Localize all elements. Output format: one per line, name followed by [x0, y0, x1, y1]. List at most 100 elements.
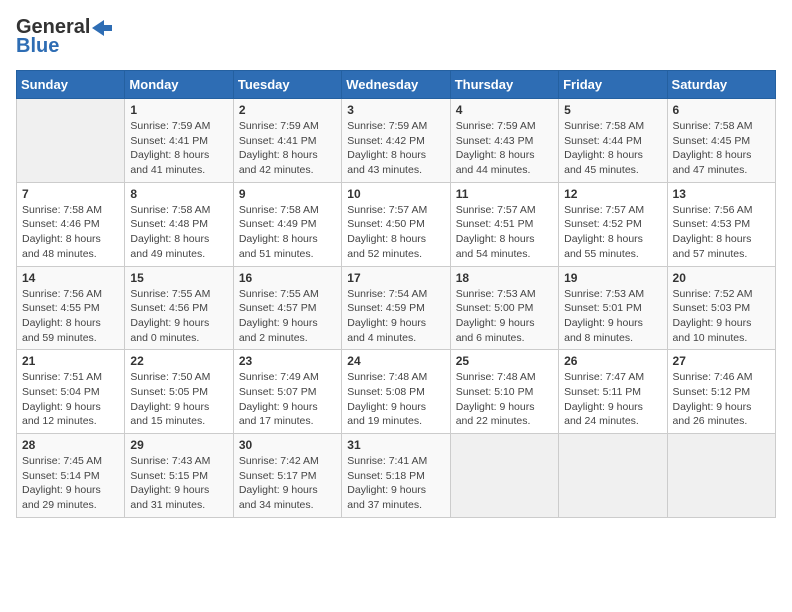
calendar-cell	[450, 434, 558, 518]
day-info: Sunrise: 7:55 AM Sunset: 4:56 PM Dayligh…	[130, 287, 227, 346]
day-info: Sunrise: 7:54 AM Sunset: 4:59 PM Dayligh…	[347, 287, 444, 346]
week-row-2: 7Sunrise: 7:58 AM Sunset: 4:46 PM Daylig…	[17, 182, 776, 266]
calendar-cell: 16 Sunrise: 7:55 AM Sunset: 4:57 PM Dayli…	[233, 266, 341, 350]
page-header: General Blue	[16, 16, 776, 58]
calendar-cell: 24 Sunrise: 7:48 AM Sunset: 5:08 PM Dayli…	[342, 350, 450, 434]
day-number: 12	[564, 187, 661, 201]
calendar-cell: 29 Sunrise: 7:43 AM Sunset: 5:15 PM Dayli…	[125, 434, 233, 518]
day-number: 27	[673, 354, 770, 368]
calendar-cell: 28 Sunrise: 7:45 AM Sunset: 5:14 PM Dayli…	[17, 434, 125, 518]
calendar-cell: 19Sunrise: 7:53 AM Sunset: 5:01 PM Dayli…	[559, 266, 667, 350]
day-number: 18	[456, 271, 553, 285]
calendar-cell: 3Sunrise: 7:59 AM Sunset: 4:42 PM Daylig…	[342, 99, 450, 183]
calendar-header-row: SundayMondayTuesdayWednesdayThursdayFrid…	[17, 71, 776, 99]
day-number: 24	[347, 354, 444, 368]
day-info: Sunrise: 7:48 AM Sunset: 5:08 PM Dayligh…	[347, 370, 444, 429]
day-info: Sunrise: 7:46 AM Sunset: 5:12 PM Dayligh…	[673, 370, 770, 429]
calendar-cell: 5 Sunrise: 7:58 AM Sunset: 4:44 PM Daylig…	[559, 99, 667, 183]
day-header-thursday: Thursday	[450, 71, 558, 99]
day-header-saturday: Saturday	[667, 71, 775, 99]
day-info: Sunrise: 7:53 AM Sunset: 5:01 PM Dayligh…	[564, 287, 661, 346]
week-row-1: 1Sunrise: 7:59 AM Sunset: 4:41 PM Daylig…	[17, 99, 776, 183]
calendar-cell: 10Sunrise: 7:57 AM Sunset: 4:50 PM Dayli…	[342, 182, 450, 266]
day-info: Sunrise: 7:55 AM Sunset: 4:57 PM Dayligh…	[239, 287, 336, 346]
day-header-tuesday: Tuesday	[233, 71, 341, 99]
calendar-cell: 26 Sunrise: 7:47 AM Sunset: 5:11 PM Dayli…	[559, 350, 667, 434]
day-number: 25	[456, 354, 553, 368]
day-number: 7	[22, 187, 119, 201]
day-number: 13	[673, 187, 770, 201]
day-info: Sunrise: 7:50 AM Sunset: 5:05 PM Dayligh…	[130, 370, 227, 429]
day-number: 26	[564, 354, 661, 368]
day-number: 30	[239, 438, 336, 452]
calendar-cell: 17 Sunrise: 7:54 AM Sunset: 4:59 PM Dayli…	[342, 266, 450, 350]
day-number: 20	[673, 271, 770, 285]
day-info: Sunrise: 7:48 AM Sunset: 5:10 PM Dayligh…	[456, 370, 553, 429]
day-number: 28	[22, 438, 119, 452]
day-number: 14	[22, 271, 119, 285]
day-number: 4	[456, 103, 553, 117]
calendar-cell: 12Sunrise: 7:57 AM Sunset: 4:52 PM Dayli…	[559, 182, 667, 266]
day-number: 2	[239, 103, 336, 117]
day-number: 22	[130, 354, 227, 368]
day-info: Sunrise: 7:49 AM Sunset: 5:07 PM Dayligh…	[239, 370, 336, 429]
day-info: Sunrise: 7:56 AM Sunset: 4:53 PM Dayligh…	[673, 203, 770, 262]
week-row-4: 21 Sunrise: 7:51 AM Sunset: 5:04 PM Dayli…	[17, 350, 776, 434]
calendar-cell: 23 Sunrise: 7:49 AM Sunset: 5:07 PM Dayli…	[233, 350, 341, 434]
calendar-cell: 9 Sunrise: 7:58 AM Sunset: 4:49 PM Daylig…	[233, 182, 341, 266]
day-number: 29	[130, 438, 227, 452]
day-number: 23	[239, 354, 336, 368]
logo: General Blue	[16, 16, 112, 58]
day-number: 9	[239, 187, 336, 201]
calendar-cell: 2 Sunrise: 7:59 AM Sunset: 4:41 PM Daylig…	[233, 99, 341, 183]
day-number: 10	[347, 187, 444, 201]
calendar-cell	[667, 434, 775, 518]
calendar-cell: 4 Sunrise: 7:59 AM Sunset: 4:43 PM Daylig…	[450, 99, 558, 183]
calendar-cell: 20 Sunrise: 7:52 AM Sunset: 5:03 PM Dayli…	[667, 266, 775, 350]
calendar-cell: 21 Sunrise: 7:51 AM Sunset: 5:04 PM Dayli…	[17, 350, 125, 434]
calendar-cell: 7Sunrise: 7:58 AM Sunset: 4:46 PM Daylig…	[17, 182, 125, 266]
day-number: 21	[22, 354, 119, 368]
calendar-cell: 15Sunrise: 7:55 AM Sunset: 4:56 PM Dayli…	[125, 266, 233, 350]
calendar-cell: 27 Sunrise: 7:46 AM Sunset: 5:12 PM Dayli…	[667, 350, 775, 434]
day-info: Sunrise: 7:51 AM Sunset: 5:04 PM Dayligh…	[22, 370, 119, 429]
calendar-cell: 25 Sunrise: 7:48 AM Sunset: 5:10 PM Dayli…	[450, 350, 558, 434]
calendar-cell: 31Sunrise: 7:41 AM Sunset: 5:18 PM Dayli…	[342, 434, 450, 518]
calendar-cell: 1Sunrise: 7:59 AM Sunset: 4:41 PM Daylig…	[125, 99, 233, 183]
calendar-body: 1Sunrise: 7:59 AM Sunset: 4:41 PM Daylig…	[17, 99, 776, 518]
day-number: 17	[347, 271, 444, 285]
day-number: 5	[564, 103, 661, 117]
day-number: 16	[239, 271, 336, 285]
day-info: Sunrise: 7:47 AM Sunset: 5:11 PM Dayligh…	[564, 370, 661, 429]
day-info: Sunrise: 7:43 AM Sunset: 5:15 PM Dayligh…	[130, 454, 227, 513]
week-row-5: 28 Sunrise: 7:45 AM Sunset: 5:14 PM Dayli…	[17, 434, 776, 518]
day-header-sunday: Sunday	[17, 71, 125, 99]
day-info: Sunrise: 7:52 AM Sunset: 5:03 PM Dayligh…	[673, 287, 770, 346]
day-info: Sunrise: 7:57 AM Sunset: 4:51 PM Dayligh…	[456, 203, 553, 262]
day-info: Sunrise: 7:41 AM Sunset: 5:18 PM Dayligh…	[347, 454, 444, 513]
week-row-3: 14Sunrise: 7:56 AM Sunset: 4:55 PM Dayli…	[17, 266, 776, 350]
calendar-cell: 18 Sunrise: 7:53 AM Sunset: 5:00 PM Dayli…	[450, 266, 558, 350]
day-header-friday: Friday	[559, 71, 667, 99]
calendar-cell	[559, 434, 667, 518]
day-info: Sunrise: 7:59 AM Sunset: 4:42 PM Dayligh…	[347, 119, 444, 178]
day-number: 6	[673, 103, 770, 117]
day-info: Sunrise: 7:59 AM Sunset: 4:41 PM Dayligh…	[239, 119, 336, 178]
day-info: Sunrise: 7:45 AM Sunset: 5:14 PM Dayligh…	[22, 454, 119, 513]
day-info: Sunrise: 7:53 AM Sunset: 5:00 PM Dayligh…	[456, 287, 553, 346]
day-header-monday: Monday	[125, 71, 233, 99]
calendar-cell: 8 Sunrise: 7:58 AM Sunset: 4:48 PM Daylig…	[125, 182, 233, 266]
logo-blue: Blue	[16, 35, 59, 58]
day-info: Sunrise: 7:58 AM Sunset: 4:48 PM Dayligh…	[130, 203, 227, 262]
calendar-table: SundayMondayTuesdayWednesdayThursdayFrid…	[16, 70, 776, 518]
logo-arrow-icon	[92, 20, 112, 36]
day-info: Sunrise: 7:42 AM Sunset: 5:17 PM Dayligh…	[239, 454, 336, 513]
calendar-cell: 13 Sunrise: 7:56 AM Sunset: 4:53 PM Dayli…	[667, 182, 775, 266]
day-info: Sunrise: 7:58 AM Sunset: 4:44 PM Dayligh…	[564, 119, 661, 178]
day-number: 11	[456, 187, 553, 201]
day-info: Sunrise: 7:58 AM Sunset: 4:45 PM Dayligh…	[673, 119, 770, 178]
day-info: Sunrise: 7:59 AM Sunset: 4:43 PM Dayligh…	[456, 119, 553, 178]
calendar-cell: 22 Sunrise: 7:50 AM Sunset: 5:05 PM Dayli…	[125, 350, 233, 434]
day-number: 8	[130, 187, 227, 201]
day-info: Sunrise: 7:58 AM Sunset: 4:49 PM Dayligh…	[239, 203, 336, 262]
